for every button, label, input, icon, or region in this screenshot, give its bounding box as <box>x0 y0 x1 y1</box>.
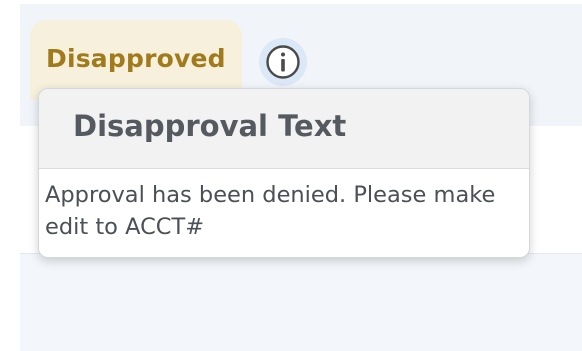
lower-row <box>20 254 582 351</box>
tooltip-body: Approval has been denied. Please make ed… <box>39 169 529 243</box>
tooltip-title: Disapproval Text <box>73 109 347 143</box>
tooltip-header: Disapproval Text <box>39 89 529 169</box>
page: Disapproved Disapproval Text Approval ha… <box>0 0 582 351</box>
info-button[interactable] <box>259 38 307 86</box>
info-icon <box>264 43 302 81</box>
tooltip-text: Approval has been denied. Please make ed… <box>45 182 496 240</box>
disapproval-tooltip: Disapproval Text Approval has been denie… <box>38 88 530 258</box>
status-badge-label: Disapproved <box>46 44 226 73</box>
